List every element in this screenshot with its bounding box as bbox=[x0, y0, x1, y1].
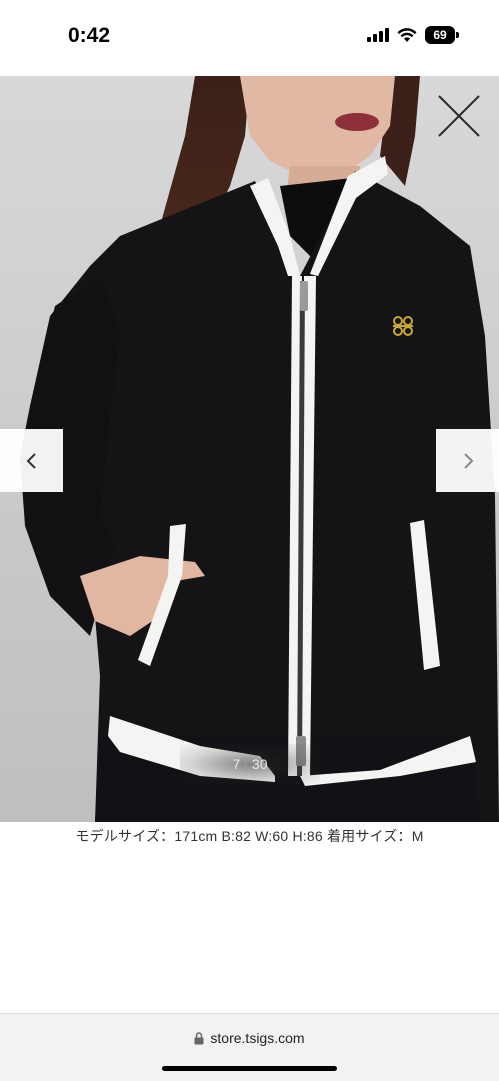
image-counter: 7 | 30 bbox=[180, 744, 320, 784]
battery-level: 69 bbox=[433, 28, 447, 42]
url-text: store.tsigs.com bbox=[210, 1030, 305, 1046]
counter-separator: | bbox=[244, 756, 248, 772]
status-icons: 69 bbox=[367, 26, 459, 44]
browser-address-bar[interactable]: store.tsigs.com bbox=[0, 1013, 499, 1081]
status-bar: 0:42 69 bbox=[0, 0, 499, 76]
close-button[interactable] bbox=[437, 94, 481, 138]
battery-icon: 69 bbox=[425, 26, 459, 44]
counter-current: 7 bbox=[232, 756, 241, 772]
model-size-caption: モデルサイズ：171cm B:82 W:60 H:86 着用サイズ：M bbox=[75, 828, 424, 844]
status-time: 0:42 bbox=[68, 24, 111, 47]
chevron-right-icon bbox=[463, 452, 473, 469]
previous-image-button[interactable] bbox=[0, 429, 63, 492]
product-photo bbox=[0, 76, 499, 822]
next-image-button[interactable] bbox=[436, 429, 499, 492]
lock-icon bbox=[194, 1031, 204, 1044]
chevron-left-icon bbox=[26, 452, 36, 469]
url-display[interactable]: store.tsigs.com bbox=[0, 1030, 499, 1046]
counter-total: 30 bbox=[251, 756, 268, 772]
home-indicator[interactable] bbox=[162, 1066, 337, 1071]
cellular-signal-icon bbox=[367, 28, 389, 42]
close-icon bbox=[438, 95, 480, 137]
wifi-icon bbox=[397, 27, 417, 42]
product-image-gallery[interactable]: 7 | 30 bbox=[0, 76, 499, 822]
